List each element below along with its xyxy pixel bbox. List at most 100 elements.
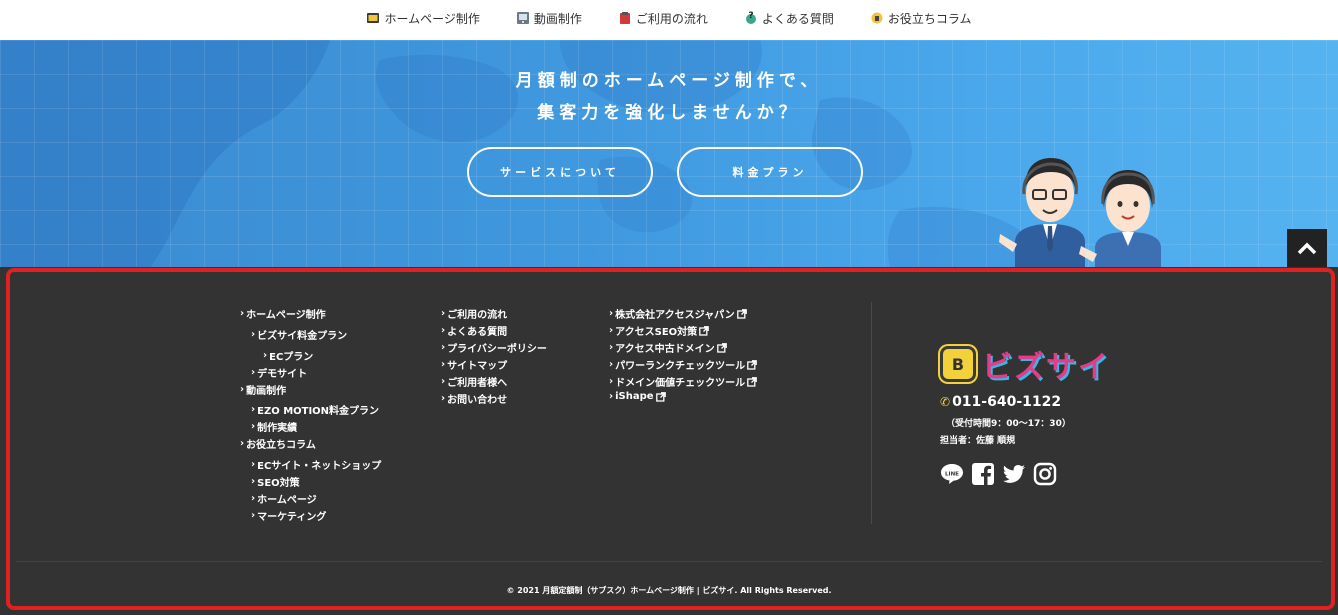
chevron-right-icon: › (251, 476, 256, 487)
footer-link-label: ホームページ制作 (246, 310, 326, 321)
service-button[interactable]: サービスについて (467, 147, 653, 197)
footer-link-label: アクセス中古ドメイン (615, 344, 715, 355)
chevron-right-icon: › (609, 342, 614, 353)
footer-link-label: 動画制作 (246, 386, 287, 397)
faq-icon: ? (745, 11, 756, 24)
footer-link-label: ECプラン (269, 352, 314, 363)
chevron-right-icon: › (263, 350, 268, 361)
footer-link-label: お問い合わせ (447, 395, 508, 406)
price-plan-button[interactable]: 料金プラン (677, 147, 863, 197)
footer-link[interactable]: › SEO対策 (251, 474, 300, 489)
external-link[interactable]: › iShape (609, 391, 666, 402)
support-staff-illustration (999, 158, 1161, 268)
footer-link[interactable]: › ECプラン (263, 348, 313, 363)
nav-item-homepage[interactable]: ホームページ制作 (366, 10, 480, 27)
footer-divider-horizontal (16, 561, 1322, 562)
external-link[interactable]: › 株式会社アクセスジャパン (609, 306, 747, 321)
footer-link-label: ドメイン価値チェックツール (615, 378, 746, 389)
footer-link[interactable]: › サイトマップ (441, 357, 507, 372)
phone-number[interactable]: ✆ 011-640-1122 (940, 394, 1061, 410)
external-link[interactable]: › アクセス中古ドメイン (609, 340, 727, 355)
chevron-right-icon: › (441, 376, 446, 387)
footer-link[interactable]: › ホームページ (251, 491, 317, 506)
nav-item-column[interactable]: お役立ちコラム (870, 10, 972, 27)
back-to-top-button[interactable] (1287, 229, 1327, 267)
nav-item-flow[interactable]: ご利用の流れ (618, 10, 708, 27)
bizsai-logo[interactable]: B ビズサイ (940, 342, 1110, 386)
footer-link[interactable]: › よくある質問 (441, 323, 507, 338)
footer-link-label: ご利用の流れ (447, 310, 508, 321)
nav-label: お役立ちコラム (887, 11, 972, 26)
phone-number-text: 011-640-1122 (952, 394, 1062, 410)
footer-divider-vertical (871, 302, 872, 524)
chevron-right-icon: › (240, 384, 245, 395)
footer-link[interactable]: › プライバシーポリシー (441, 340, 547, 355)
footer-link[interactable]: › ビズサイ料金プラン (251, 327, 347, 342)
facebook-icon[interactable] (971, 462, 995, 486)
chevron-right-icon: › (609, 325, 614, 336)
chevron-right-icon: › (251, 367, 256, 378)
footer-link-label: iShape (615, 391, 654, 402)
footer-link-label: ビズサイ料金プラン (257, 331, 348, 342)
footer-link-label: マーケティング (257, 512, 327, 523)
chevron-right-icon: › (251, 421, 256, 432)
hero-heading-line1: 月額制のホームページ制作で、 (515, 71, 823, 91)
footer-link-label: デモサイト (257, 369, 308, 380)
footer-link-label: ECサイト・ネットショップ (257, 461, 382, 472)
chevron-right-icon: › (441, 325, 446, 336)
footer-link[interactable]: › デモサイト (251, 365, 307, 380)
footer-link[interactable]: › お役立ちコラム (240, 436, 316, 451)
external-link-icon (655, 391, 666, 402)
logo-badge: B (940, 346, 976, 382)
chevron-right-icon: › (251, 510, 256, 521)
line-icon[interactable]: LINE (940, 462, 964, 486)
footer-link[interactable]: › ご利用の流れ (441, 306, 507, 321)
chevron-right-icon: › (251, 404, 256, 415)
chevron-right-icon: › (251, 329, 256, 340)
chevron-right-icon: › (441, 393, 446, 404)
nav-item-faq[interactable]: ? よくある質問 (744, 10, 834, 27)
external-link[interactable]: › アクセスSEO対策 (609, 323, 710, 338)
external-link-icon (747, 376, 757, 387)
copyright-text: © 2021 月額定額制（サブスク）ホームページ制作 | ビズサイ. All R… (506, 586, 832, 595)
nav-label: ご利用の流れ (635, 11, 708, 26)
footer-link[interactable]: › お問い合わせ (441, 391, 507, 406)
chevron-right-icon: › (609, 376, 614, 387)
chevron-right-icon: › (251, 493, 256, 504)
external-link-icon (699, 325, 710, 336)
external-link[interactable]: › ドメイン価値チェックツール (609, 374, 757, 389)
footer-link[interactable]: › 動画制作 (240, 382, 286, 397)
footer-link[interactable]: › ECサイト・ネットショップ (251, 457, 381, 472)
social-links: LINE (940, 462, 1057, 486)
chevron-right-icon: › (609, 391, 614, 402)
external-link-icon (716, 342, 727, 353)
instagram-icon[interactable] (1033, 462, 1057, 486)
chevron-right-icon: › (441, 359, 446, 370)
footer-link-label: よくある質問 (447, 327, 508, 338)
footer-link-label: パワーランクチェックツール (615, 361, 746, 372)
footer-link[interactable]: › 制作実績 (251, 419, 297, 434)
chevron-right-icon: › (609, 308, 614, 319)
chevron-right-icon: › (441, 342, 446, 353)
chevron-right-icon: › (240, 438, 245, 449)
nav-label: 動画制作 (533, 11, 582, 26)
nav-label: よくある質問 (761, 11, 834, 26)
logo-badge-letter: B (951, 354, 965, 374)
business-hours: （受付時間9：00～17：30） (946, 419, 1071, 429)
chevron-right-icon: › (240, 308, 245, 319)
homepage-icon (367, 13, 380, 23)
chevron-right-icon: › (609, 359, 614, 370)
footer-link[interactable]: › EZO MOTION料金プラン (251, 402, 379, 417)
external-link[interactable]: › パワーランクチェックツール (609, 357, 757, 372)
logo-text: ビズサイ (982, 350, 1110, 385)
chevron-up-icon (1297, 242, 1317, 255)
footer-link-label: 制作実績 (257, 423, 298, 434)
flow-icon (619, 12, 630, 24)
chevron-right-icon: › (251, 459, 256, 470)
footer-link-label: EZO MOTION料金プラン (257, 406, 380, 417)
twitter-icon[interactable] (1002, 462, 1026, 486)
nav-item-video[interactable]: 動画制作 (516, 10, 582, 27)
footer-link[interactable]: › マーケティング (251, 508, 326, 523)
footer-link[interactable]: › ホームページ制作 (240, 306, 326, 321)
footer-link[interactable]: › ご利用者様へ (441, 374, 507, 389)
